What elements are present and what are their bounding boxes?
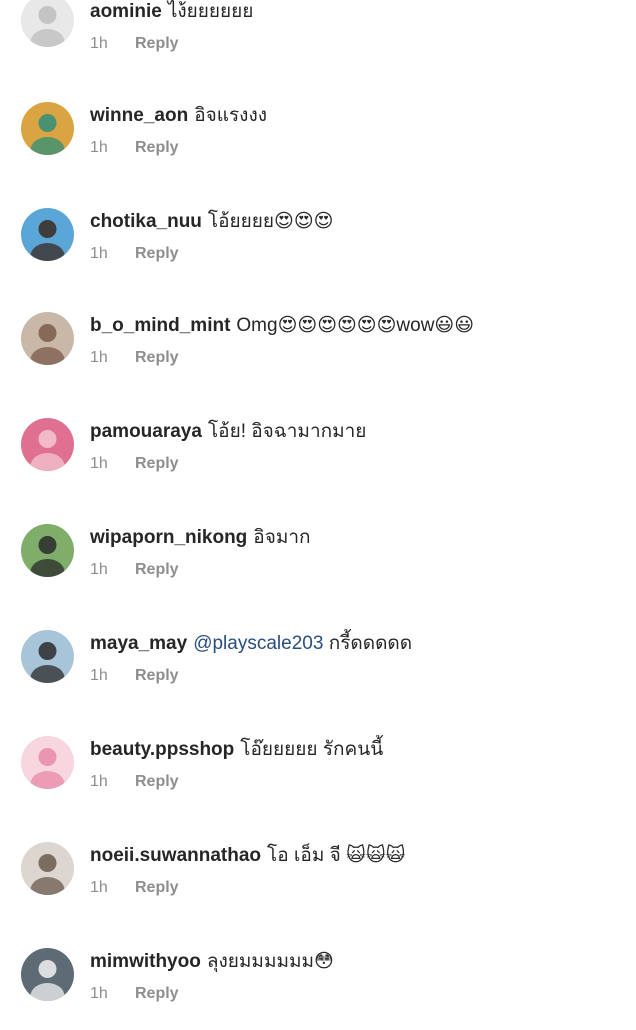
username-link[interactable]: mimwithyoo: [90, 951, 201, 972]
comment-text-line: b_o_mind_mint Omg😍😍😍😍😍😍wow😃😃: [90, 314, 474, 338]
comment-text-line: wipaporn_nikong อิจมาก: [90, 526, 311, 550]
comment-row: noeii.suwannathao โอ เอ็ม จี 🙀🙀🙀 1h Reply: [0, 842, 636, 924]
comment-body: โอ เอ็ม จี 🙀🙀🙀: [267, 845, 406, 866]
comment-body: Omg😍😍😍😍😍😍wow😃😃: [236, 315, 475, 336]
reply-button[interactable]: Reply: [135, 985, 179, 1002]
comment-text-line: mimwithyoo ลุงยมมมมมม😳: [90, 950, 334, 974]
avatar-image: [21, 524, 74, 577]
avatar[interactable]: [21, 0, 74, 47]
reply-button[interactable]: Reply: [135, 667, 179, 684]
reply-button[interactable]: Reply: [135, 455, 179, 472]
comment-meta: 1h Reply: [90, 772, 179, 792]
avatar[interactable]: [21, 736, 74, 789]
comment-row: wipaporn_nikong อิจมาก 1h Reply: [0, 524, 636, 606]
comment-body: ไง้ยยยยยย: [167, 1, 254, 22]
avatar-image: [21, 102, 74, 155]
comment-meta: 1h Reply: [90, 244, 179, 264]
avatar-image: [21, 842, 74, 895]
comment-row: maya_may @playscale203 กรี้ดดดดด 1h Reply: [0, 630, 636, 712]
comment-row: mimwithyoo ลุงยมมมมมม😳 1h Reply: [0, 948, 636, 1030]
comment-body: อิจมาก: [253, 527, 311, 548]
comment-body: ลุงยมมมมมม😳: [206, 951, 334, 972]
comment-row: b_o_mind_mint Omg😍😍😍😍😍😍wow😃😃 1h Reply: [0, 312, 636, 394]
comment-text-line: maya_may @playscale203 กรี้ดดดดด: [90, 632, 412, 656]
avatar[interactable]: [21, 630, 74, 683]
comment-meta: 1h Reply: [90, 138, 179, 158]
timestamp: 1h: [90, 349, 108, 366]
timestamp: 1h: [90, 455, 108, 472]
avatar[interactable]: [21, 842, 74, 895]
avatar-image: [21, 418, 74, 471]
comment-body: โอ๊ยยยยย รักคนนี้: [240, 739, 384, 760]
comment-meta: 1h Reply: [90, 454, 179, 474]
username-link[interactable]: chotika_nuu: [90, 211, 202, 232]
timestamp: 1h: [90, 667, 108, 684]
comment-text-line: chotika_nuu โอ้ยยยย😍😍😍: [90, 210, 333, 234]
reply-button[interactable]: Reply: [135, 35, 179, 52]
avatar[interactable]: [21, 312, 74, 365]
comment-meta: 1h Reply: [90, 666, 179, 686]
comment-row: chotika_nuu โอ้ยยยย😍😍😍 1h Reply: [0, 208, 636, 290]
avatar[interactable]: [21, 418, 74, 471]
avatar[interactable]: [21, 208, 74, 261]
timestamp: 1h: [90, 139, 108, 156]
timestamp: 1h: [90, 245, 108, 262]
avatar[interactable]: [21, 948, 74, 1001]
timestamp: 1h: [90, 561, 108, 578]
username-link[interactable]: wipaporn_nikong: [90, 527, 247, 548]
username-link[interactable]: aominie: [90, 1, 162, 22]
username-link[interactable]: b_o_mind_mint: [90, 315, 230, 336]
username-link[interactable]: maya_may: [90, 633, 187, 654]
reply-button[interactable]: Reply: [135, 879, 179, 896]
comment-row: pamouaraya โอ้ย! อิจฉามากมาย 1h Reply: [0, 418, 636, 500]
comment-row: winne_aon อิจแรงงง 1h Reply: [0, 102, 636, 184]
comment-row: aominie ไง้ยยยยยย 1h Reply: [0, 0, 636, 80]
reply-button[interactable]: Reply: [135, 773, 179, 790]
avatar-image: [21, 0, 74, 47]
mention-link[interactable]: @playscale203: [193, 633, 323, 654]
comment-text-line: noeii.suwannathao โอ เอ็ม จี 🙀🙀🙀: [90, 844, 405, 868]
comment-body: โอ้ยยยย😍😍😍: [207, 211, 334, 232]
avatar-image: [21, 736, 74, 789]
avatar-image: [21, 208, 74, 261]
username-link[interactable]: noeii.suwannathao: [90, 845, 261, 866]
comment-body: กรี้ดดดดด: [328, 633, 413, 654]
avatar-image: [21, 630, 74, 683]
timestamp: 1h: [90, 879, 108, 896]
comment-meta: 1h Reply: [90, 34, 179, 54]
username-link[interactable]: beauty.ppsshop: [90, 739, 234, 760]
comment-text-line: pamouaraya โอ้ย! อิจฉามากมาย: [90, 420, 366, 444]
comment-meta: 1h Reply: [90, 560, 179, 580]
timestamp: 1h: [90, 985, 108, 1002]
comment-meta: 1h Reply: [90, 984, 179, 1004]
reply-button[interactable]: Reply: [135, 139, 179, 156]
avatar-image: [21, 312, 74, 365]
comment-text-line: beauty.ppsshop โอ๊ยยยยย รักคนนี้: [90, 738, 383, 762]
avatar-image: [21, 948, 74, 1001]
reply-button[interactable]: Reply: [135, 245, 179, 262]
timestamp: 1h: [90, 773, 108, 790]
avatar[interactable]: [21, 524, 74, 577]
timestamp: 1h: [90, 35, 108, 52]
comment-row: beauty.ppsshop โอ๊ยยยยย รักคนนี้ 1h Reply: [0, 736, 636, 818]
comment-text-line: winne_aon อิจแรงงง: [90, 104, 267, 128]
comment-text-line: aominie ไง้ยยยยยย: [90, 0, 253, 24]
comment-body: โอ้ย! อิจฉามากมาย: [207, 421, 367, 442]
reply-button[interactable]: Reply: [135, 561, 179, 578]
comment-body: อิจแรงงง: [194, 105, 268, 126]
avatar[interactable]: [21, 102, 74, 155]
reply-button[interactable]: Reply: [135, 349, 179, 366]
comment-meta: 1h Reply: [90, 348, 179, 368]
username-link[interactable]: pamouaraya: [90, 421, 202, 442]
comment-meta: 1h Reply: [90, 878, 179, 898]
username-link[interactable]: winne_aon: [90, 105, 188, 126]
